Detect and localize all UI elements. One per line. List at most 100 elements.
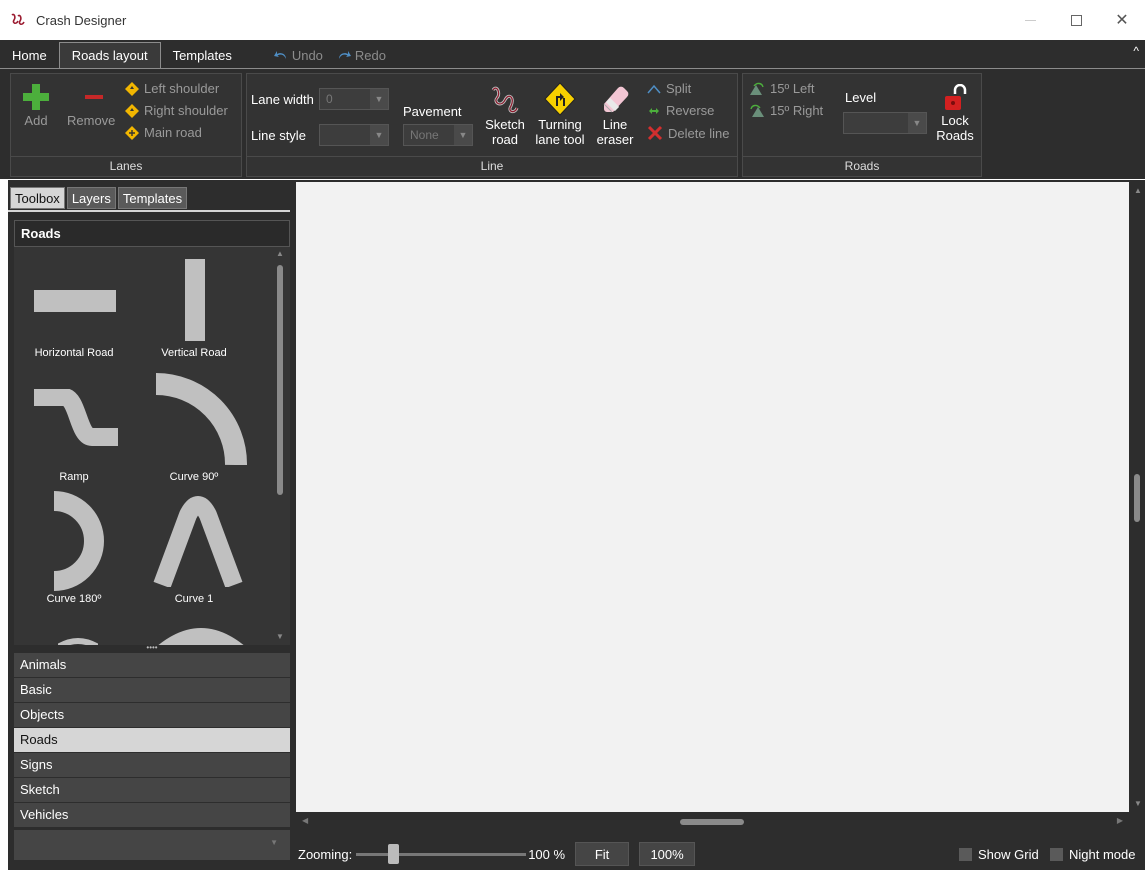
show-grid-box[interactable] [959, 847, 972, 861]
toolbox-items: Horizontal Road Vertical Road Ramp Curve… [14, 247, 290, 645]
lane-width-combo[interactable]: 0 ▼ [319, 88, 389, 110]
line-eraser-button[interactable]: Line eraser [593, 82, 637, 146]
horizontal-road-shape [34, 290, 116, 312]
canvas-hscroll-thumb[interactable] [680, 819, 744, 825]
zoom-slider-knob[interactable] [388, 844, 399, 864]
category-roads[interactable]: Roads [14, 728, 290, 752]
category-signs[interactable]: Signs [14, 753, 290, 777]
sketch-road-icon [491, 86, 519, 114]
delete-x-icon [647, 125, 663, 141]
reverse-icon [649, 107, 659, 114]
category-sketch[interactable]: Sketch [14, 778, 290, 802]
vertical-road-shape [185, 259, 205, 341]
chevron-down-icon: ▼ [908, 113, 926, 133]
chevron-down-icon: ▼ [270, 838, 278, 847]
ribbon: Add Remove Left shoulder Right shoulder … [0, 68, 1145, 179]
main-road-icon [125, 125, 139, 140]
tab-roads-layout[interactable]: Roads layout [58, 42, 161, 68]
curve-180-shape [53, 491, 104, 591]
left-panel: Toolbox Layers Templates Roads Horizonta… [8, 180, 290, 870]
tab-templates[interactable]: Templates [161, 42, 244, 68]
rotate-15-left-button[interactable]: 15º Left [749, 81, 815, 96]
turning-lane-tool-button[interactable]: Turning lane tool [535, 82, 585, 146]
tool-curve-1[interactable]: Curve 1 [134, 491, 254, 611]
redo-button[interactable]: Redo [337, 48, 386, 63]
tool-curve-90[interactable]: Curve 90º [134, 369, 254, 489]
panel-splitter-grip[interactable]: •••• [14, 644, 290, 653]
unlocked-padlock-icon [945, 84, 967, 110]
night-mode-checkbox[interactable]: Night mode [1050, 847, 1135, 862]
scroll-right-icon[interactable]: ▶ [1117, 816, 1123, 825]
tool-horizontal-road[interactable]: Horizontal Road [14, 247, 134, 367]
category-animals[interactable]: Animals [14, 653, 290, 677]
scroll-up-icon[interactable]: ▲ [276, 249, 284, 258]
tool-partial-right[interactable] [134, 623, 254, 645]
line-group-label: Line [247, 156, 737, 176]
zoom-value: 100 % [528, 846, 566, 862]
toolbox-section-header: Roads [14, 220, 290, 247]
main-road-button[interactable]: Main road [125, 125, 202, 140]
category-basic[interactable]: Basic [14, 678, 290, 702]
minimize-button[interactable] [1007, 0, 1053, 40]
tab-home[interactable]: Home [0, 42, 59, 68]
level-combo[interactable]: ▼ [843, 112, 927, 134]
left-shoulder-button[interactable]: Left shoulder [125, 81, 219, 96]
delete-line-button[interactable]: Delete line [647, 125, 729, 141]
maximize-button[interactable] [1053, 0, 1099, 40]
window-title: Crash Designer [36, 12, 127, 28]
tool-ramp[interactable]: Ramp [14, 369, 134, 489]
ribbon-group-line: Lane width 0 ▼ Line style ▼ Pavement Non… [246, 73, 738, 177]
scroll-down-icon[interactable]: ▼ [1134, 799, 1142, 808]
collapse-ribbon-icon[interactable]: ^ [1133, 44, 1139, 58]
line-style-label: Line style [251, 128, 306, 143]
toolbox-scrollbar[interactable]: ▲ ▼ [276, 247, 284, 645]
undo-icon [273, 51, 286, 59]
scroll-up-icon[interactable]: ▲ [1134, 186, 1142, 195]
turning-lane-sign-icon [544, 82, 576, 116]
canvas-vscroll-thumb[interactable] [1134, 474, 1140, 522]
zoom-slider[interactable] [356, 843, 527, 865]
category-list: Animals Basic Objects Roads Signs Sketch… [14, 653, 290, 828]
sketch-road-button[interactable]: Sketch road [483, 82, 527, 146]
rotate-right-icon [750, 104, 764, 117]
panel-tab-layers[interactable]: Layers [66, 187, 116, 209]
category-vehicles[interactable]: Vehicles [14, 803, 290, 827]
panel-tab-templates[interactable]: Templates [117, 187, 188, 209]
road-shape-partial-left [58, 638, 98, 645]
plus-icon [23, 84, 49, 110]
close-button[interactable]: ✕ [1099, 0, 1145, 40]
curve-90-shape [156, 373, 247, 465]
canvas-vertical-scrollbar[interactable]: ▲ ▼ [1129, 182, 1145, 812]
scroll-thumb[interactable] [277, 265, 283, 495]
left-shoulder-icon [125, 81, 139, 96]
lock-roads-button[interactable]: Lock Roads [933, 84, 977, 142]
tool-vertical-road[interactable]: Vertical Road [134, 247, 254, 367]
scroll-down-icon[interactable]: ▼ [276, 632, 284, 641]
panel-tab-toolbox[interactable]: Toolbox [10, 187, 65, 209]
fit-button[interactable]: Fit [575, 842, 630, 866]
eraser-icon [603, 86, 629, 113]
tool-partial-left[interactable] [14, 623, 134, 645]
pavement-combo[interactable]: None ▼ [403, 124, 473, 146]
scroll-left-icon[interactable]: ◀ [302, 816, 308, 825]
right-shoulder-icon [125, 103, 139, 118]
rotate-15-right-button[interactable]: 15º Right [749, 103, 823, 118]
right-shoulder-button[interactable]: Right shoulder [125, 103, 228, 118]
split-button[interactable]: Split [647, 81, 691, 96]
show-grid-checkbox[interactable]: Show Grid [959, 847, 1039, 862]
tool-curve-180[interactable]: Curve 180º [14, 491, 134, 611]
reverse-button[interactable]: Reverse [647, 103, 714, 118]
remove-lane-button[interactable]: Remove [67, 82, 115, 127]
lanes-group-label: Lanes [11, 156, 241, 176]
undo-button[interactable]: Undo [273, 48, 323, 63]
chevron-down-icon: ▼ [454, 125, 472, 145]
category-objects[interactable]: Objects [14, 703, 290, 727]
add-lane-button[interactable]: Add [21, 82, 51, 127]
canvas-horizontal-scrollbar[interactable]: ◀ ▶ [296, 812, 1129, 832]
drawing-canvas[interactable] [296, 182, 1129, 812]
level-label: Level [845, 90, 877, 105]
night-mode-box[interactable] [1050, 847, 1063, 861]
zoom-100-button[interactable]: 100% [639, 842, 696, 866]
line-style-combo[interactable]: ▼ [319, 124, 389, 146]
lane-width-label: Lane width [251, 92, 314, 107]
